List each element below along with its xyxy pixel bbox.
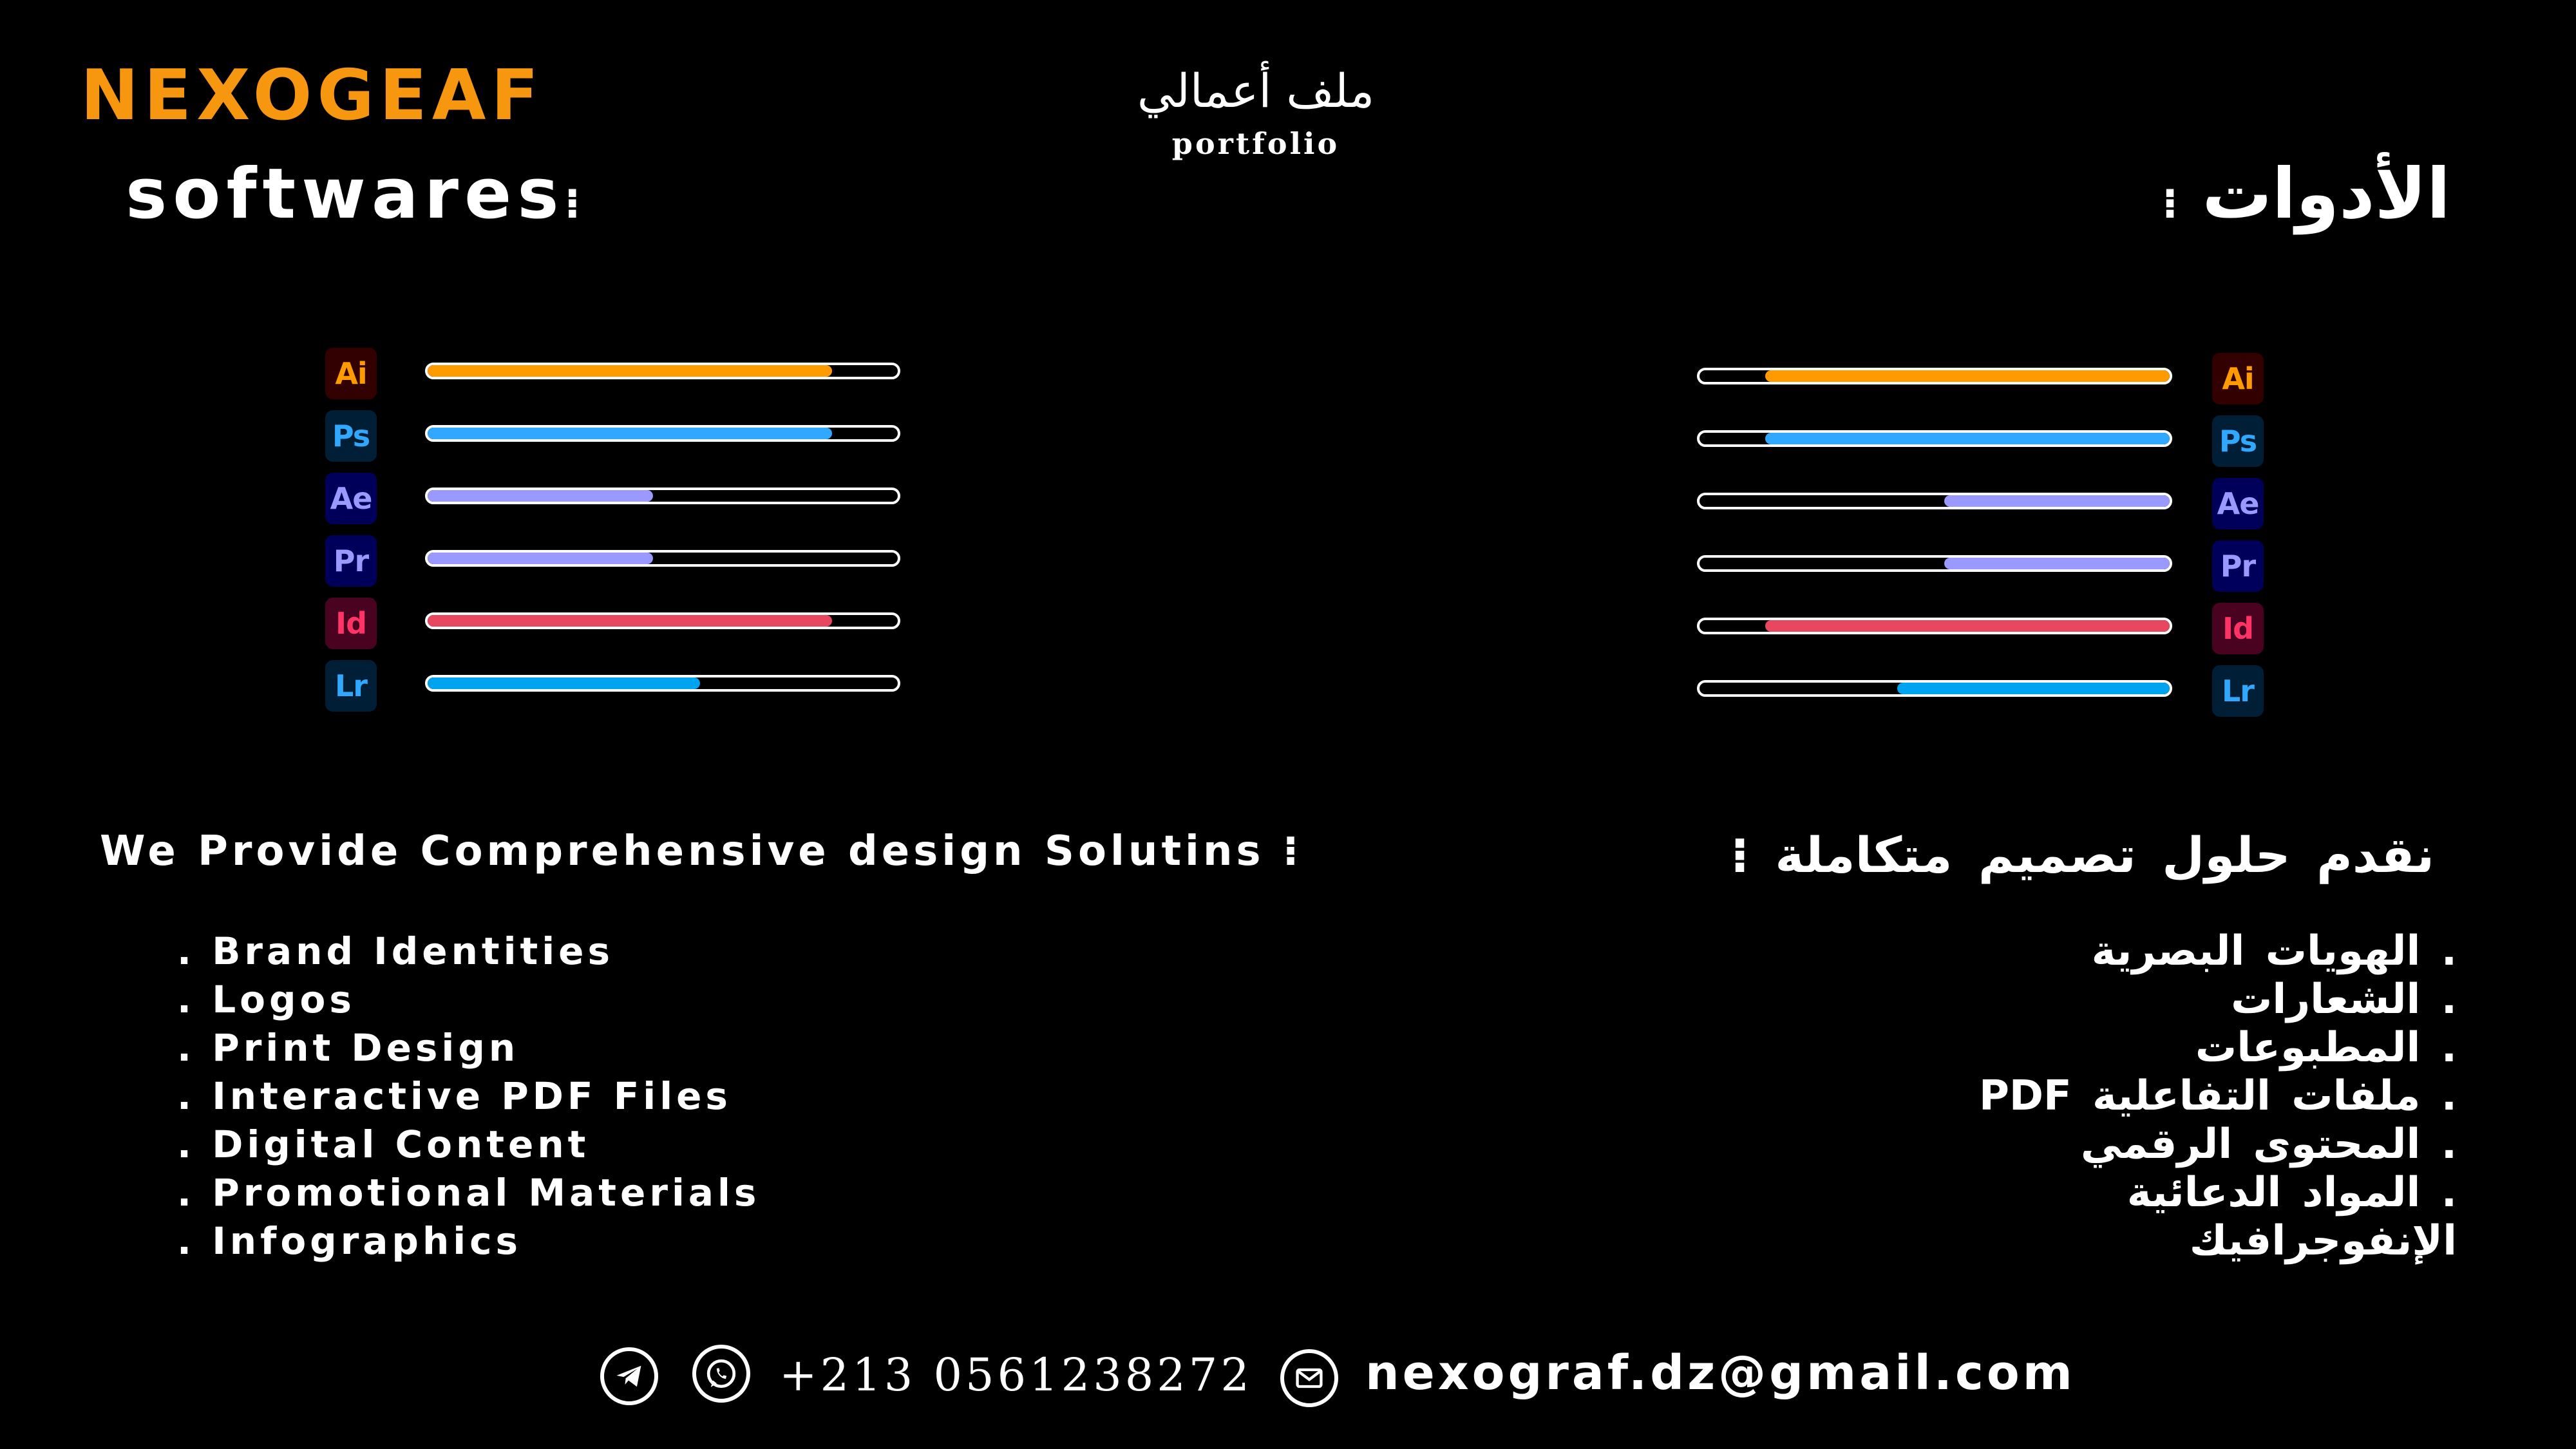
skill-row: Ae <box>1694 478 2338 531</box>
colon-icon: ⁝ <box>1282 828 1303 875</box>
brand-logo: NEXOGEAF <box>80 55 544 136</box>
services-list-en: . Brand Identities . Logos . Print Desig… <box>177 927 760 1265</box>
list-item: . Infographics <box>177 1219 522 1263</box>
softwares-heading: softwares⁝ <box>126 160 586 229</box>
list-item: . Print Design <box>177 1026 520 1070</box>
skill-bar-fill <box>428 677 701 689</box>
skill-bar-fill <box>1944 495 2170 507</box>
skill-bar-fill <box>1765 620 2170 632</box>
skill-bar-fill <box>1897 683 2170 694</box>
skill-row: Lr <box>325 660 969 713</box>
premiere-icon: Pr <box>325 535 377 587</box>
mail-glyph <box>1296 1368 1323 1388</box>
services-list-ar: . الهويات البصرية . الشعارات . المطبوعات… <box>1979 927 2457 1265</box>
photoshop-icon: Ps <box>2212 415 2264 467</box>
photoshop-icon: Ps <box>325 410 377 462</box>
list-item: الإنفوجرافيك <box>2189 1217 2457 1265</box>
skill-bar <box>425 363 900 379</box>
skill-bar <box>425 488 900 504</box>
list-item: . المواد الدعائية <box>2126 1169 2457 1217</box>
colon-icon: ⁝ <box>564 180 587 228</box>
indesign-icon: Id <box>2212 603 2264 654</box>
skill-bar-fill <box>428 428 832 439</box>
services-heading-ar-text: نقدم حلول تصميم متكاملة <box>1775 826 2434 884</box>
skill-bar <box>1697 618 2172 634</box>
skill-row: Id <box>325 598 969 650</box>
skill-bar <box>425 550 900 567</box>
colon-icon: ⁝ <box>1730 826 1749 884</box>
services-heading-ar: نقدم حلول تصميم متكاملة ⁝ <box>1730 831 2434 880</box>
list-item: . الشعارات <box>2231 976 2457 1023</box>
page-title-ar: ملف أعمالي <box>1137 64 1375 118</box>
list-item: . الهويات البصرية <box>2091 927 2457 975</box>
illustrator-icon: Ai <box>2212 353 2264 404</box>
list-item: . Interactive PDF Files <box>177 1074 732 1118</box>
skill-row: Ps <box>1694 415 2338 468</box>
list-item: . المحتوى الرقمي <box>2080 1121 2457 1168</box>
services-heading-en: We Provide Comprehensive design Solutins… <box>100 831 1302 872</box>
softwares-heading-text: softwares <box>126 154 565 234</box>
premiere-icon: Pr <box>2212 540 2264 592</box>
list-item: . Logos <box>177 978 355 1021</box>
skill-row: Lr <box>1694 665 2338 718</box>
skill-bar <box>1697 680 2172 697</box>
tools-heading-ar: الأدوات ⁝ <box>2162 160 2450 229</box>
indesign-icon: Id <box>325 598 377 649</box>
list-item: . المطبوعات <box>2195 1024 2457 1072</box>
page-title-en: portfolio <box>1171 126 1340 161</box>
list-item: . Promotional Materials <box>177 1171 761 1215</box>
skills-list-left: Ai Ps Ae Pr Id Lr <box>325 348 969 723</box>
lightroom-icon: Lr <box>2212 665 2264 717</box>
illustrator-icon: Ai <box>325 348 377 399</box>
phone-number[interactable]: +213 0561238272 <box>779 1352 1253 1397</box>
after-effects-icon: Ae <box>2212 478 2264 529</box>
skill-row: Ai <box>325 348 969 401</box>
skill-bar <box>425 675 900 692</box>
whatsapp-glyph <box>706 1359 736 1388</box>
tools-heading-ar-text: الأدوات <box>2202 154 2450 234</box>
skill-bar-fill <box>1765 370 2170 382</box>
mail-icon[interactable] <box>1280 1349 1338 1407</box>
email-address[interactable]: nexograf.dz@gmail.com <box>1365 1349 2076 1397</box>
skill-bar <box>1697 430 2172 447</box>
skill-bar-fill <box>428 490 654 502</box>
telegram-glyph <box>616 1365 641 1387</box>
list-item: . Digital Content <box>177 1122 590 1166</box>
skill-bar-fill <box>428 365 832 377</box>
skill-row: Pr <box>325 535 969 588</box>
telegram-icon[interactable] <box>600 1347 658 1405</box>
skill-bar <box>425 612 900 629</box>
lightroom-icon: Lr <box>325 660 377 712</box>
after-effects-icon: Ae <box>325 473 377 524</box>
skill-bar <box>1697 555 2172 572</box>
skill-row: Id <box>1694 603 2338 656</box>
whatsapp-icon[interactable] <box>692 1345 750 1403</box>
skill-bar <box>425 425 900 442</box>
skill-bar <box>1697 493 2172 509</box>
list-item: . ملفات التفاعلية PDF <box>1978 1072 2457 1120</box>
skill-bar-fill <box>1765 433 2170 444</box>
skill-row: Ae <box>325 473 969 526</box>
skills-list-right: Ai Ps Ae Pr Id Lr <box>1694 353 2338 728</box>
skill-bar <box>1697 368 2172 384</box>
colon-icon: ⁝ <box>2162 180 2178 228</box>
skill-bar-fill <box>428 615 832 627</box>
skill-bar-fill <box>1944 558 2170 569</box>
skill-row: Ai <box>1694 353 2338 406</box>
list-item: . Brand Identities <box>177 929 614 973</box>
skill-row: Ps <box>325 410 969 463</box>
skill-bar-fill <box>428 553 654 564</box>
skill-row: Pr <box>1694 540 2338 593</box>
services-heading-en-text: We Provide Comprehensive design Solutins <box>100 828 1265 875</box>
